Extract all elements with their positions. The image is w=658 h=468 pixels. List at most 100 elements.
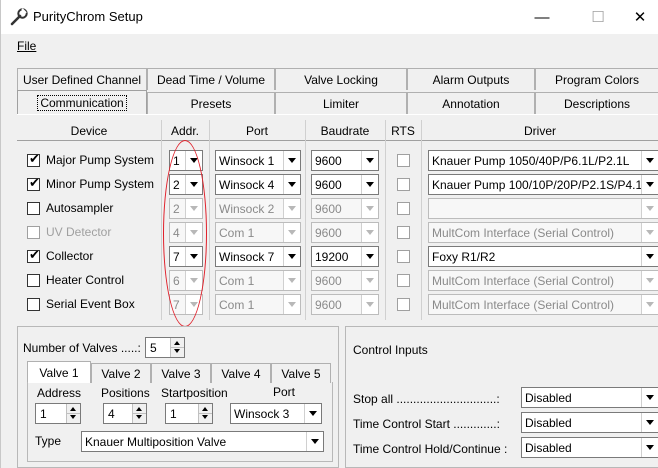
stop-all-value: Disabled: [525, 391, 572, 405]
device-label: UV Detector: [46, 225, 112, 239]
driver-select[interactable]: MultCom Interface (Serial Control): [428, 294, 658, 315]
port-select[interactable]: Com 1: [215, 270, 301, 291]
tab-valve-2[interactable]: Valve 2: [91, 363, 151, 383]
chevron-down-icon: [283, 199, 300, 218]
rts-checkbox[interactable]: [397, 178, 410, 191]
valve-positions-value: 4: [108, 407, 115, 421]
baudrate-select[interactable]: 9600: [311, 270, 379, 291]
control-inputs-title: Control Inputs: [353, 343, 428, 357]
device-label: Autosampler: [46, 201, 114, 215]
spinner-arrows-icon[interactable]: [66, 404, 80, 423]
port-select[interactable]: Winsock 1: [215, 150, 301, 171]
driver-select[interactable]: MultCom Interface (Serial Control): [428, 222, 658, 243]
port-select[interactable]: Winsock 2: [215, 198, 301, 219]
driver-select[interactable]: Knauer Pump 100/10P/20P/P2.1S/P4.1: [428, 174, 658, 195]
valve-address-spinner[interactable]: 1: [35, 403, 81, 424]
device-checkbox[interactable]: [27, 202, 40, 215]
device-checkbox[interactable]: ✔: [27, 152, 40, 167]
tab-label: Program Colors: [554, 72, 640, 87]
device-checkbox[interactable]: [27, 298, 40, 311]
wrench-icon: [10, 8, 28, 26]
spinner-arrows-icon[interactable]: [132, 404, 146, 423]
time-control-start-label: Time Control Start .............:: [353, 417, 500, 431]
chevron-down-icon: [641, 247, 658, 266]
menu-bar: File: [1, 34, 658, 58]
valve-positions-spinner[interactable]: 4: [103, 403, 147, 424]
device-label: Heater Control: [46, 273, 125, 287]
tab-valve-1[interactable]: Valve 1: [27, 361, 91, 383]
tab-annotation[interactable]: Annotation: [407, 92, 535, 114]
baudrate-select[interactable]: 19200: [311, 246, 379, 267]
close-button[interactable]: ✕: [621, 0, 658, 34]
col-header-addr: Addr.: [170, 124, 200, 138]
tab-alarm-outputs[interactable]: Alarm Outputs: [407, 68, 535, 90]
port-select[interactable]: Winsock 4: [215, 174, 301, 195]
tab-descriptions[interactable]: Descriptions: [535, 92, 658, 114]
device-checkbox[interactable]: [27, 274, 40, 287]
positions-label: Positions: [101, 386, 150, 400]
tab-dead-time-volume[interactable]: Dead Time / Volume: [147, 68, 275, 90]
tab-program-colors[interactable]: Program Colors: [535, 68, 658, 90]
valve-type-select[interactable]: Knauer Multiposition Valve: [81, 431, 324, 452]
tab-communication[interactable]: Communication: [17, 90, 147, 114]
driver-value: Knauer Pump 100/10P/20P/P2.1S/P4.1: [432, 178, 641, 192]
rts-checkbox[interactable]: [397, 154, 410, 167]
driver-value: Knauer Pump 1050/40P/P6.1L/P2.1L: [432, 154, 630, 168]
driver-select[interactable]: Foxy R1/R2: [428, 246, 658, 267]
col-divider: [421, 120, 422, 320]
tab-label: Descriptions: [563, 96, 631, 111]
tab-presets[interactable]: Presets: [147, 92, 275, 114]
device-checkbox[interactable]: [27, 226, 40, 239]
device-checkbox[interactable]: ✔: [27, 248, 40, 263]
time-control-start-select[interactable]: Disabled: [521, 412, 658, 433]
rts-checkbox[interactable]: [397, 226, 410, 239]
driver-select[interactable]: Knauer Pump 1050/40P/P6.1L/P2.1L: [428, 150, 658, 171]
baudrate-select[interactable]: 9600: [311, 222, 379, 243]
device-label: Collector: [46, 249, 94, 263]
spinner-arrows-icon[interactable]: [170, 338, 184, 357]
spinner-arrows-icon[interactable]: [198, 404, 212, 423]
chevron-down-icon: [306, 432, 323, 451]
baudrate-select[interactable]: 9600: [311, 150, 379, 171]
minimize-button[interactable]: —: [519, 0, 565, 34]
menu-file[interactable]: File: [17, 39, 36, 53]
chevron-down-icon: [361, 199, 378, 218]
rts-checkbox[interactable]: [397, 274, 410, 287]
time-control-hold-select[interactable]: Disabled: [521, 437, 658, 458]
baudrate-select[interactable]: 9600: [311, 294, 379, 315]
port-select[interactable]: Com 1: [215, 222, 301, 243]
tab-label: Alarm Outputs: [432, 72, 510, 87]
port-value: Winsock 4: [219, 178, 275, 192]
device-checkbox[interactable]: ✔: [27, 176, 40, 191]
rts-checkbox[interactable]: [397, 202, 410, 215]
driver-select[interactable]: MultCom Interface (Serial Control): [428, 270, 658, 291]
baudrate-value: 9600: [315, 202, 342, 216]
tab-valve-locking[interactable]: Valve Locking: [275, 68, 407, 90]
chevron-down-icon: [361, 175, 378, 194]
driver-select[interactable]: [428, 198, 658, 219]
valve-startposition-value: 1: [170, 407, 177, 421]
baudrate-value: 19200: [315, 250, 349, 264]
stop-all-select[interactable]: Disabled: [521, 387, 658, 408]
tab-valve-4[interactable]: Valve 4: [211, 363, 271, 383]
rts-checkbox[interactable]: [397, 298, 410, 311]
tab-valve-5[interactable]: Valve 5: [271, 363, 331, 383]
valve-startposition-spinner[interactable]: 1: [165, 403, 213, 424]
tab-user-defined-channel[interactable]: User Defined Channel: [17, 68, 147, 90]
col-header-driver: Driver: [524, 124, 556, 138]
rts-checkbox[interactable]: [397, 250, 410, 263]
col-divider: [305, 120, 306, 320]
port-select[interactable]: Com 1: [215, 294, 301, 315]
tab-limiter[interactable]: Limiter: [275, 92, 407, 114]
baudrate-select[interactable]: 9600: [311, 198, 379, 219]
startposition-label: Startposition: [161, 386, 228, 400]
tab-valve-3[interactable]: Valve 3: [151, 363, 211, 383]
maximize-button[interactable]: ☐: [575, 0, 621, 34]
valve-port-select[interactable]: Winsock 3: [230, 403, 322, 424]
number-of-valves-spinner[interactable]: 5: [145, 337, 185, 358]
chevron-down-icon: [283, 151, 300, 170]
port-select[interactable]: Winsock 7: [215, 246, 301, 267]
chevron-down-icon: [283, 271, 300, 290]
baudrate-select[interactable]: 9600: [311, 174, 379, 195]
device-label: Serial Event Box: [46, 297, 135, 311]
